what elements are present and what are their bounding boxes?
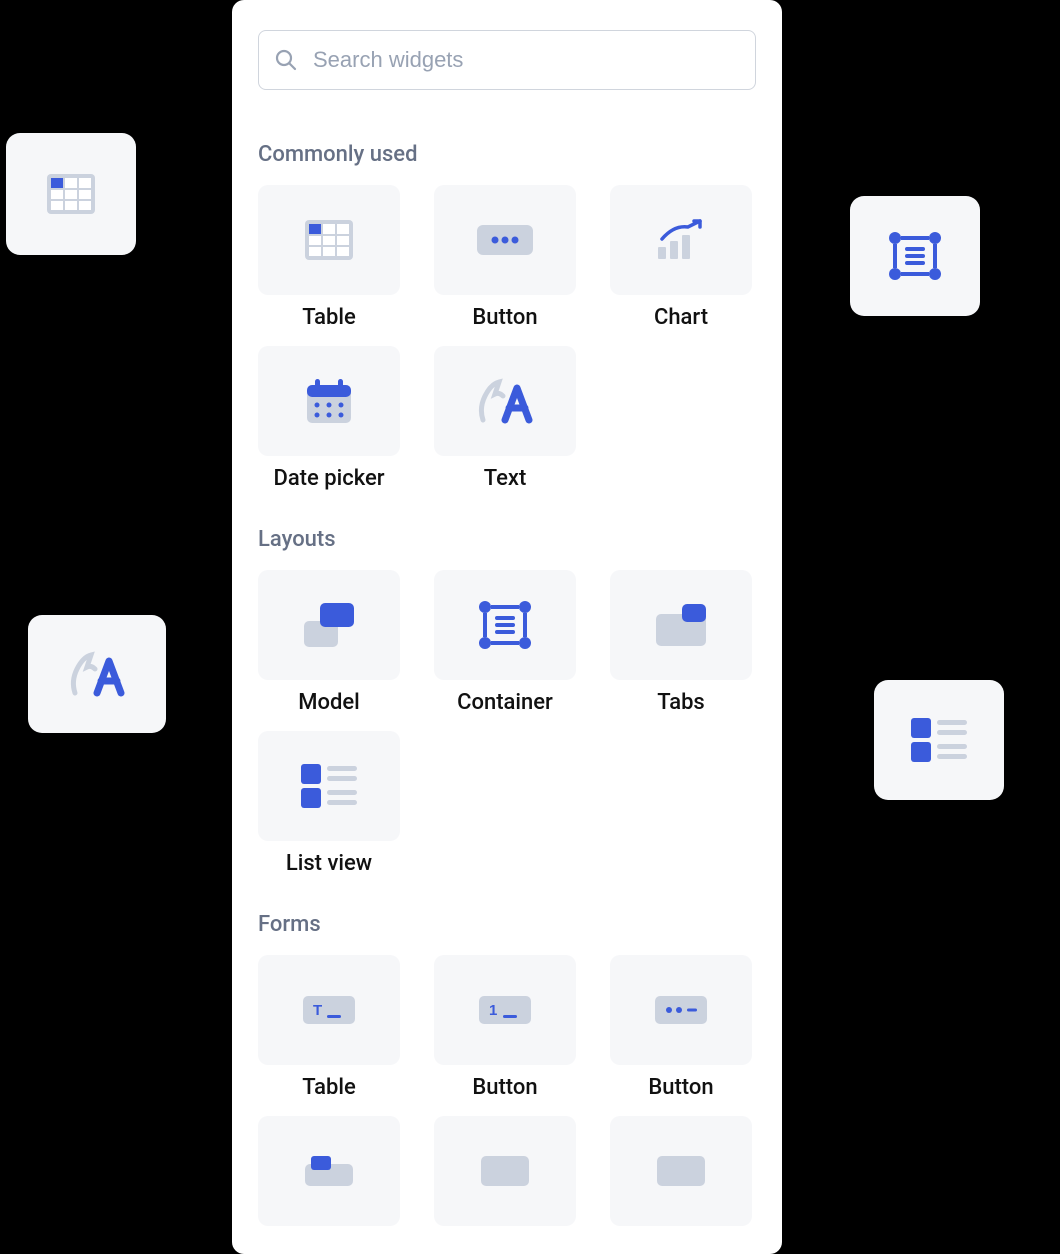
widget-label: Model [298, 690, 360, 715]
widget-item-forms-next-1[interactable] [258, 1116, 400, 1226]
floating-tile-container [850, 196, 980, 316]
widget-card [610, 570, 752, 680]
widget-label: Date picker [273, 466, 384, 491]
grid-commonly-used: Table Button [258, 185, 756, 491]
widget-item-button[interactable]: Button [434, 185, 576, 330]
text-icon [67, 651, 127, 697]
widget-item-chart[interactable]: Chart [610, 185, 752, 330]
widget-item-container[interactable]: Container [434, 570, 576, 715]
placeholder-icon [481, 1156, 529, 1186]
widget-picker-panel: Commonly used [232, 0, 782, 1254]
widget-label: Text [484, 466, 527, 491]
calendar-icon [305, 377, 353, 425]
section-title-layouts: Layouts [258, 527, 756, 552]
widget-item-forms-button-2[interactable]: Button [610, 955, 752, 1100]
widget-item-text[interactable]: Text [434, 346, 576, 491]
widget-item-list-view[interactable]: List view [258, 731, 400, 876]
widget-card [258, 1116, 400, 1226]
floating-tile-listview [874, 680, 1004, 800]
widget-card [434, 570, 576, 680]
floating-tile-text [28, 615, 166, 733]
list-view-icon [301, 764, 357, 808]
floating-tile-table [6, 133, 136, 255]
widget-label: Chart [654, 305, 708, 330]
table-icon [305, 220, 353, 260]
widget-label: Button [472, 305, 537, 330]
widget-item-model[interactable]: Model [258, 570, 400, 715]
tabs-icon [656, 604, 706, 646]
search-wrap [258, 30, 756, 90]
section-title-commonly-used: Commonly used [258, 142, 756, 167]
widget-label: Table [302, 1075, 356, 1100]
widget-label: Button [472, 1075, 537, 1100]
widget-card [258, 570, 400, 680]
widget-item-tabs[interactable]: Tabs [610, 570, 752, 715]
widget-card: T [258, 955, 400, 1065]
widget-item-forms-button-1[interactable]: 1 Button [434, 955, 576, 1100]
widget-card: 1 [434, 955, 576, 1065]
button-icon [477, 225, 533, 255]
widget-item-table[interactable]: Table [258, 185, 400, 330]
text-input-icon: T [303, 996, 355, 1024]
section-title-forms: Forms [258, 912, 756, 937]
number-input-icon: 1 [479, 996, 531, 1024]
widget-card [434, 185, 576, 295]
list-view-icon [911, 718, 967, 762]
placeholder-icon [305, 1156, 353, 1186]
widget-card [258, 731, 400, 841]
widget-card [258, 185, 400, 295]
chart-icon [654, 217, 708, 263]
svg-text:T: T [313, 1002, 322, 1019]
container-icon [479, 601, 531, 649]
widget-card [258, 346, 400, 456]
search-icon [274, 48, 298, 72]
widget-card [610, 955, 752, 1065]
widget-card [434, 1116, 576, 1226]
widget-item-forms-table[interactable]: T Table [258, 955, 400, 1100]
svg-text:1: 1 [489, 1002, 497, 1019]
widget-item-date-picker[interactable]: Date picker [258, 346, 400, 491]
widget-label: List view [286, 851, 372, 876]
grid-layouts: Model [258, 570, 756, 876]
widget-card [610, 1116, 752, 1226]
table-icon [47, 174, 95, 214]
search-input[interactable] [258, 30, 756, 90]
widget-card [610, 185, 752, 295]
widget-label: Button [648, 1075, 713, 1100]
model-icon [304, 603, 354, 647]
widget-card [434, 346, 576, 456]
password-input-icon [655, 996, 707, 1024]
grid-forms: T Table 1 Button [258, 955, 756, 1226]
text-icon [475, 378, 535, 424]
placeholder-icon [657, 1156, 705, 1186]
widget-item-forms-next-3[interactable] [610, 1116, 752, 1226]
widget-item-forms-next-2[interactable] [434, 1116, 576, 1226]
widget-label: Tabs [657, 690, 705, 715]
widget-label: Container [457, 690, 553, 715]
widget-label: Table [302, 305, 356, 330]
container-icon [889, 232, 941, 280]
